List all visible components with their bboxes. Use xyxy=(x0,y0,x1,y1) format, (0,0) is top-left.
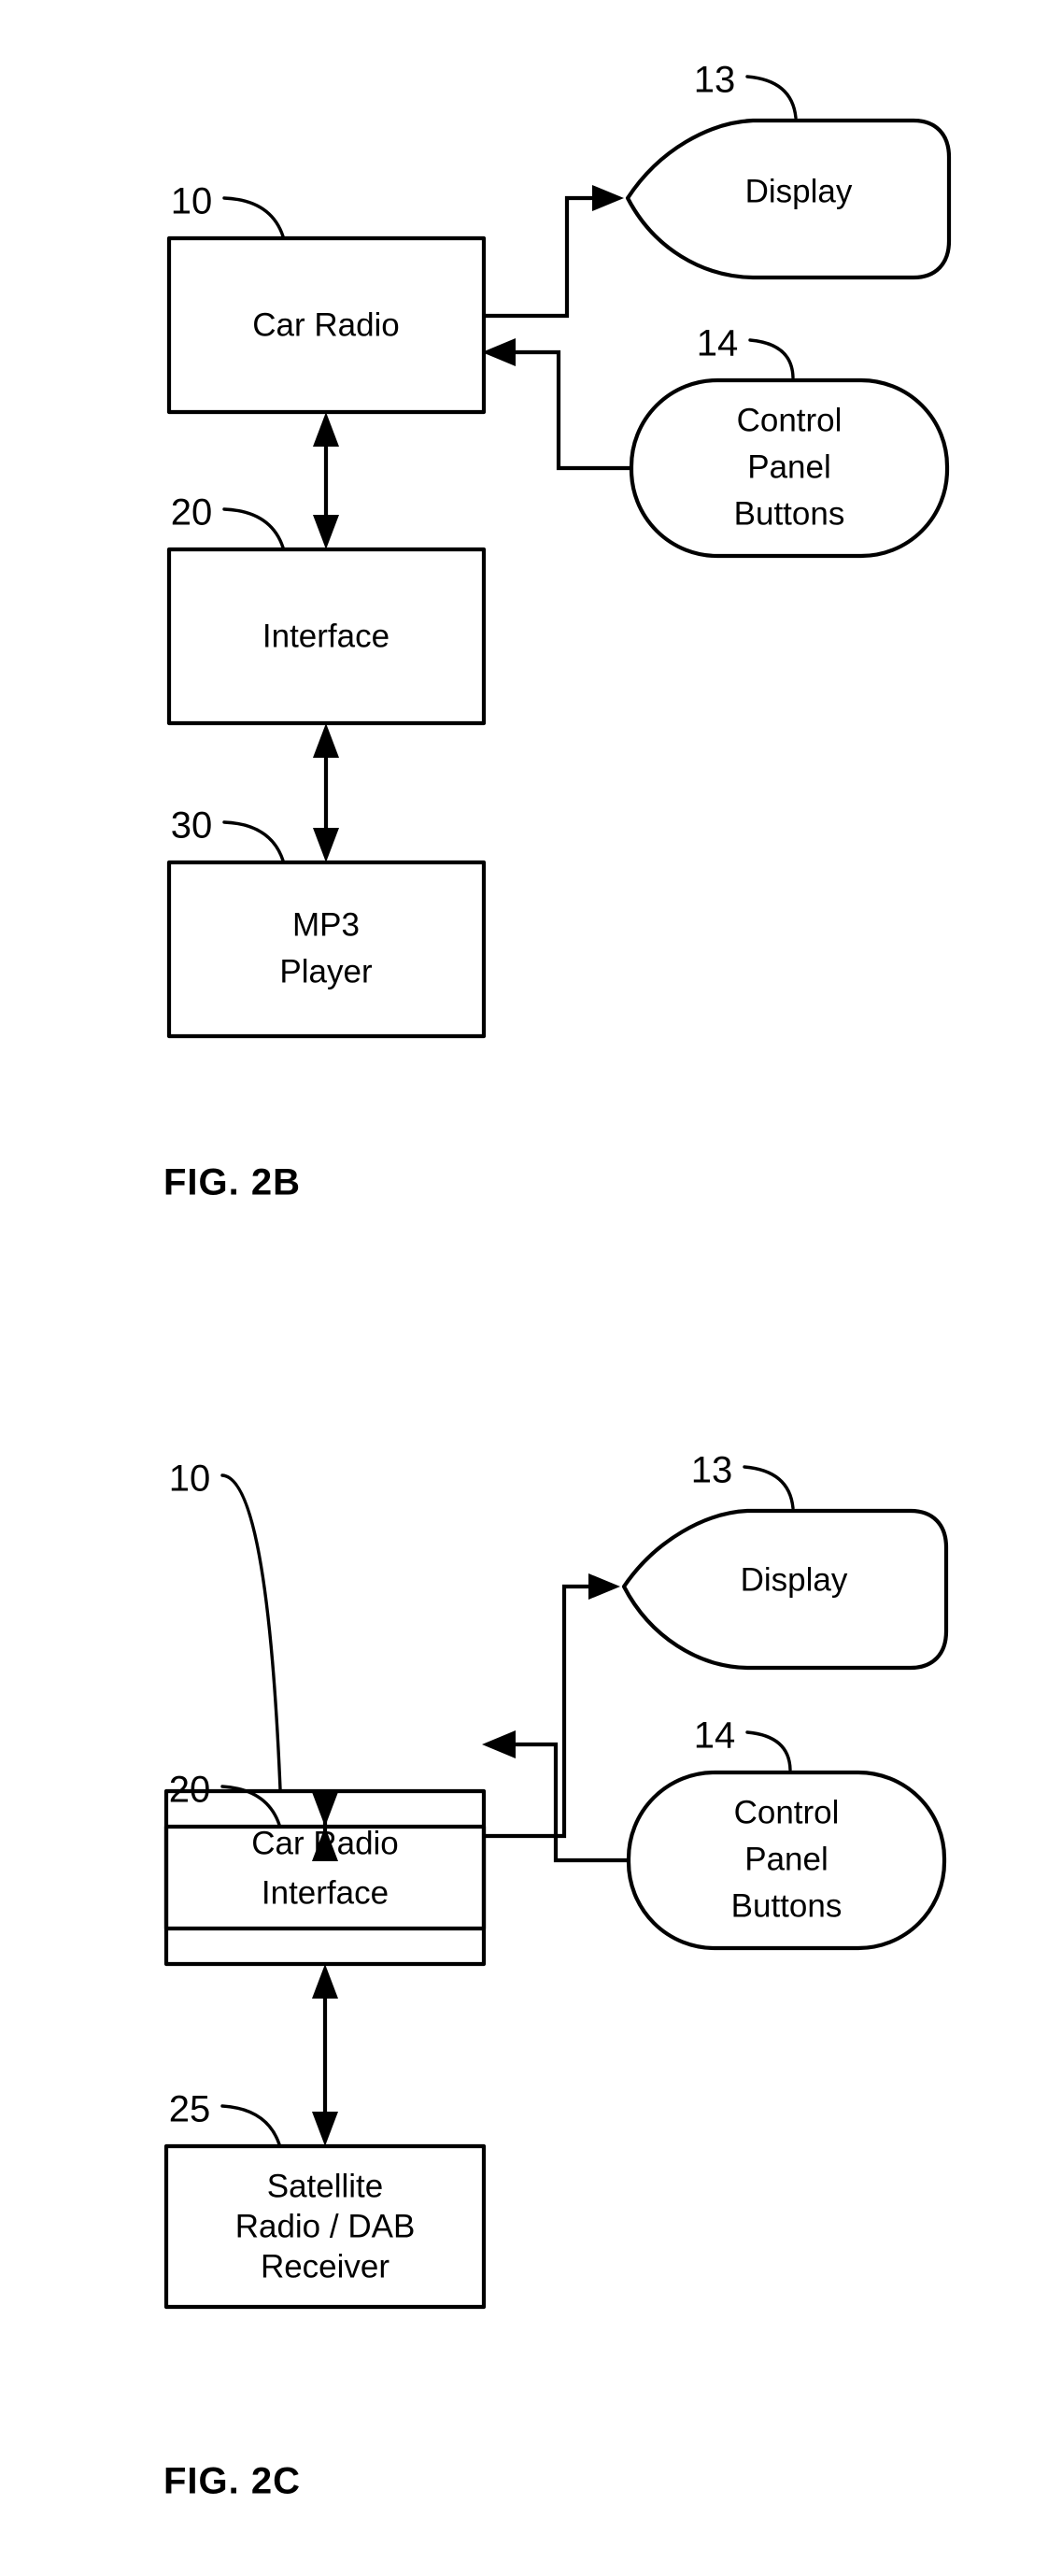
node-interface: Interface xyxy=(166,547,487,726)
node-control-line-3: Buttons xyxy=(734,495,845,532)
arrowhead-to-display xyxy=(592,185,624,211)
connector-car-radio-to-display xyxy=(484,185,624,319)
node-control-line-2: Panel xyxy=(744,1841,828,1877)
arrowhead-down-to-interface xyxy=(313,515,339,549)
node-mp3-line-1: MP3 xyxy=(292,906,360,943)
ref-number-25: 25 xyxy=(169,2089,211,2130)
ref-number-10: 10 xyxy=(169,1459,211,1500)
arrowhead-down-to-satellite-receiver xyxy=(312,2112,338,2146)
connector-interface-to-satellite-receiver xyxy=(312,1964,338,2146)
ref-callout-20: 20 xyxy=(169,1770,281,1827)
node-satellite-line-3: Receiver xyxy=(261,2248,389,2284)
ref-number-30: 30 xyxy=(171,805,213,847)
arrowhead-to-display xyxy=(588,1573,620,1600)
ref-number-10: 10 xyxy=(171,181,213,222)
figure-2c: Car Radio 10 Display 13 Control Panel Bu… xyxy=(0,1289,1048,2576)
node-car-radio: Car Radio xyxy=(166,235,487,415)
figure-2b: Car Radio 10 Display 13 Control Panel Bu… xyxy=(0,0,1048,1289)
connector-control-panel-to-car-radio xyxy=(482,1730,629,1863)
ref-callout-25: 25 xyxy=(169,2089,281,2146)
node-mp3-player: MP3 Player xyxy=(166,860,487,1039)
ref-callout-30: 30 xyxy=(171,805,285,862)
ref-callout-14: 14 xyxy=(697,323,795,379)
connector-car-radio-to-display xyxy=(484,1573,620,1839)
node-mp3-line-2: Player xyxy=(279,953,373,989)
node-display-label: Display xyxy=(741,1561,848,1598)
node-car-radio-label: Car Radio xyxy=(252,306,400,343)
ref-number-20: 20 xyxy=(169,1770,211,1811)
ref-number-14: 14 xyxy=(694,1715,736,1757)
arrowhead-up-to-interface xyxy=(312,1964,338,1999)
ref-number-13: 13 xyxy=(691,1450,733,1491)
ref-number-14: 14 xyxy=(697,323,739,364)
node-satellite-line-2: Radio / DAB xyxy=(235,2208,416,2244)
node-control-panel-buttons: Control Panel Buttons xyxy=(626,1770,947,1951)
node-control-line-3: Buttons xyxy=(731,1887,843,1924)
node-control-panel-buttons: Control Panel Buttons xyxy=(629,377,950,559)
arrowhead-down-to-interface xyxy=(312,1792,338,1827)
figure-2b-caption: FIG. 2B xyxy=(163,1162,301,1203)
ref-callout-20: 20 xyxy=(171,492,285,549)
node-display-label: Display xyxy=(745,173,853,209)
arrowhead-up-to-car-radio xyxy=(313,412,339,447)
node-satellite-line-1: Satellite xyxy=(267,2168,384,2204)
arrowhead-to-car-radio xyxy=(482,338,516,366)
ref-callout-10: 10 xyxy=(169,1459,282,1791)
node-display: Display xyxy=(621,1508,949,1671)
node-satellite-receiver: Satellite Radio / DAB Receiver xyxy=(163,2143,487,2310)
arrowhead-down-to-mp3-player xyxy=(313,828,339,862)
ref-callout-13: 13 xyxy=(694,60,798,120)
node-control-line-1: Control xyxy=(737,402,843,438)
arrowhead-up-to-interface xyxy=(313,723,339,758)
node-interface-label: Interface xyxy=(262,618,389,654)
node-control-line-2: Panel xyxy=(747,448,831,485)
connector-interface-to-mp3-player xyxy=(313,723,339,862)
ref-callout-14: 14 xyxy=(694,1715,792,1772)
connector-car-radio-to-interface xyxy=(313,412,339,549)
ref-callout-13: 13 xyxy=(691,1450,795,1510)
node-display: Display xyxy=(625,118,952,280)
ref-number-20: 20 xyxy=(171,492,213,534)
ref-number-13: 13 xyxy=(694,60,736,101)
patent-drawing-sheet: Car Radio 10 Display 13 Control Panel Bu… xyxy=(0,0,1048,2576)
node-control-line-1: Control xyxy=(734,1794,840,1830)
ref-callout-10: 10 xyxy=(171,181,285,238)
connector-control-panel-to-car-radio xyxy=(482,338,631,471)
node-interface-label: Interface xyxy=(262,1874,389,1911)
arrowhead-to-car-radio xyxy=(482,1730,516,1758)
figure-2c-caption: FIG. 2C xyxy=(163,2461,301,2502)
